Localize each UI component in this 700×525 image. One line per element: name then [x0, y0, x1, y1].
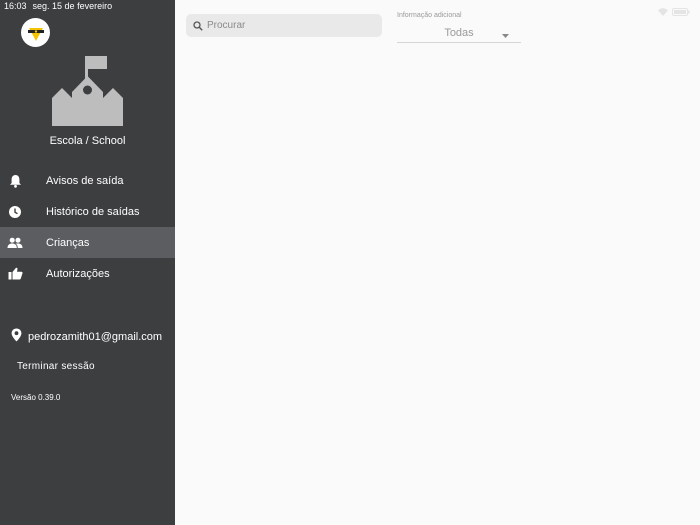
sidebar-item-autorizacoes[interactable]: Autorizações	[0, 258, 175, 289]
battery-icon	[672, 3, 690, 21]
account-email: pedrozamith01@gmail.com	[28, 330, 163, 343]
thumbs-up-icon	[0, 267, 38, 280]
school-name: Escola / School	[49, 135, 126, 147]
filter-dropdown[interactable]: Todas	[397, 23, 521, 43]
additional-info-filter: Informação adicional Todas	[397, 12, 521, 43]
school-icon	[52, 54, 123, 131]
search-input[interactable]	[207, 20, 367, 31]
filter-selected-value: Todas	[444, 26, 474, 39]
sidebar-item-criancas[interactable]: Crianças	[0, 227, 175, 258]
sidebar-item-label: Crianças	[46, 236, 90, 249]
status-time: 16:03	[4, 1, 27, 11]
sidebar-nav: Avisos de saída Histórico de saídas Cria…	[0, 165, 175, 289]
logout-button[interactable]: Terminar sessão	[17, 361, 95, 372]
sidebar-item-label: Autorizações	[46, 267, 110, 280]
sidebar-item-historico-de-saidas[interactable]: Histórico de saídas	[0, 196, 175, 227]
sidebar: 16:03 seg. 15 de fevereiro Escola / Schoo…	[0, 0, 175, 525]
location-pin-icon	[11, 328, 22, 345]
filter-label: Informação adicional	[397, 12, 462, 19]
app-version: Versão 0.39.0	[11, 393, 61, 402]
wifi-icon	[658, 3, 668, 21]
status-bar: 16:03 seg. 15 de fevereiro	[4, 1, 112, 11]
bell-icon	[0, 174, 38, 188]
history-icon	[0, 205, 38, 219]
search-bar[interactable]	[186, 14, 382, 37]
status-date: seg. 15 de fevereiro	[32, 1, 113, 11]
sidebar-item-avisos-de-saida[interactable]: Avisos de saída	[0, 165, 175, 196]
search-icon	[193, 20, 203, 31]
sidebar-item-label: Avisos de saída	[46, 174, 124, 187]
sidebar-item-label: Histórico de saídas	[46, 205, 140, 218]
chevron-down-icon	[502, 29, 509, 41]
account-info: pedrozamith01@gmail.com	[11, 328, 162, 345]
people-icon	[0, 237, 38, 249]
status-indicators	[658, 3, 690, 21]
app-logo	[21, 18, 50, 47]
